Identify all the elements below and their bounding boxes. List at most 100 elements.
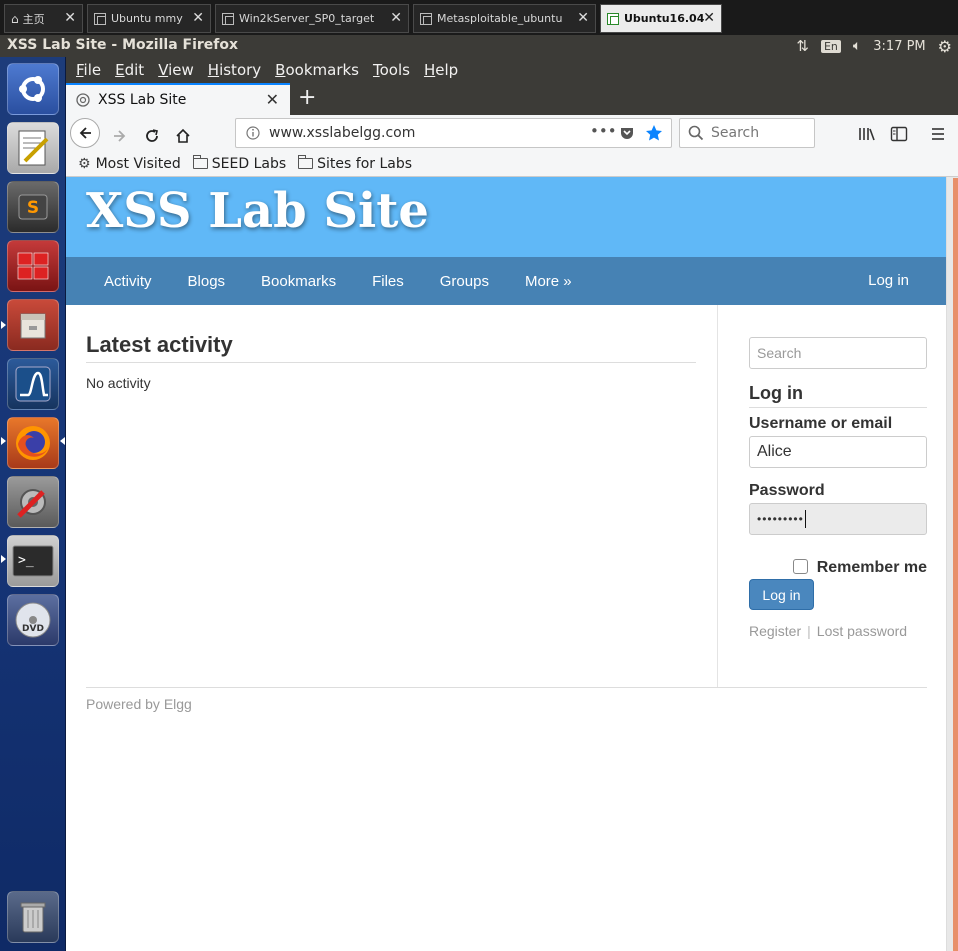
- volume-icon[interactable]: 🔈︎: [853, 38, 861, 54]
- nav-login-link[interactable]: Log in: [868, 272, 909, 289]
- tab-title: XSS Lab Site: [98, 92, 187, 108]
- search-bar[interactable]: Search: [679, 118, 815, 148]
- library-icon[interactable]: [858, 126, 876, 142]
- close-icon[interactable]: ✕: [390, 10, 402, 26]
- nav-more[interactable]: More »: [525, 273, 572, 290]
- nav-groups[interactable]: Groups: [440, 273, 489, 290]
- tab-bar: XSS Lab Site ✕ +: [66, 83, 958, 115]
- bookmark-most-visited[interactable]: ⚙ Most Visited: [78, 156, 181, 172]
- system-settings-icon[interactable]: [7, 476, 59, 528]
- vm-tab-metasploitable[interactable]: Metasploitable_ubuntu ✕: [413, 4, 596, 33]
- new-tab-button[interactable]: +: [298, 85, 316, 110]
- search-icon: [688, 125, 704, 141]
- password-label: Password: [749, 482, 825, 499]
- file-manager-icon[interactable]: [7, 299, 59, 351]
- vm-tab-win2kserver[interactable]: Win2kServer_SP0_target ✕: [215, 4, 409, 33]
- ubuntu-dash-icon[interactable]: [7, 63, 59, 115]
- site-title[interactable]: XSS Lab Site: [86, 183, 429, 239]
- vm-icon: [94, 12, 106, 25]
- register-link[interactable]: Register: [749, 623, 801, 639]
- dvd-icon[interactable]: DVD: [7, 594, 59, 646]
- username-label: Username or email: [749, 415, 893, 432]
- home-button[interactable]: [169, 122, 197, 150]
- nav-activity[interactable]: Activity: [104, 273, 152, 290]
- firefox-window: File Edit View History Bookmarks Tools H…: [66, 57, 958, 951]
- trash-icon[interactable]: [7, 891, 59, 943]
- sidebar-links: Register | Lost password: [749, 623, 927, 639]
- username-field[interactable]: Alice: [749, 436, 927, 468]
- vm-tab-home[interactable]: ⌂ 主页 ✕: [4, 4, 83, 33]
- wireshark-icon[interactable]: [7, 358, 59, 410]
- bookmark-sites-for-labs[interactable]: Sites for Labs: [298, 155, 412, 172]
- url-bar[interactable]: www.xsslabelgg.com •••: [235, 118, 672, 148]
- back-arrow-icon: [79, 127, 91, 139]
- gear-icon: ⚙: [78, 155, 91, 172]
- site-nav: Activity Blogs Bookmarks Files Groups Mo…: [66, 257, 946, 305]
- lost-password-link[interactable]: Lost password: [817, 623, 907, 639]
- nav-files[interactable]: Files: [372, 273, 404, 290]
- menu-view[interactable]: View: [158, 61, 194, 79]
- forward-arrow-icon: [114, 130, 126, 142]
- tab-xss-lab-site[interactable]: XSS Lab Site ✕: [66, 83, 290, 115]
- nav-blogs[interactable]: Blogs: [188, 273, 226, 290]
- clock[interactable]: 3:17 PM: [873, 39, 925, 54]
- footer-text[interactable]: Powered by Elgg: [86, 696, 192, 712]
- sublime-icon[interactable]: S: [7, 181, 59, 233]
- search-placeholder: Search: [711, 125, 760, 141]
- firefox-icon[interactable]: [7, 417, 59, 469]
- close-tab-icon[interactable]: ✕: [266, 90, 279, 109]
- footer-divider: [86, 687, 927, 688]
- reload-button[interactable]: [138, 122, 166, 150]
- close-icon[interactable]: ✕: [703, 10, 715, 26]
- close-icon[interactable]: ✕: [577, 10, 589, 26]
- vm-tab-strip: ⌂ 主页 ✕ Ubuntu mmy ✕ Win2kServer_SP0_targ…: [0, 0, 958, 35]
- menu-bar: File Edit View History Bookmarks Tools H…: [66, 57, 958, 83]
- remember-me-row: Remember me: [749, 558, 927, 577]
- terminal-grid-icon[interactable]: [7, 240, 59, 292]
- folder-icon: [298, 155, 314, 169]
- menu-bookmarks[interactable]: Bookmarks: [275, 61, 359, 79]
- remember-me-label[interactable]: Remember me: [817, 559, 927, 577]
- password-mask: •••••••••: [757, 512, 804, 526]
- home-icon: [176, 128, 190, 143]
- sidebar-toggle-icon[interactable]: [890, 126, 908, 142]
- network-icon[interactable]: ⇅: [796, 37, 809, 55]
- main-column: Latest activity No activity: [86, 332, 696, 391]
- bookmark-star-icon[interactable]: [645, 124, 663, 142]
- menu-edit[interactable]: Edit: [115, 61, 144, 79]
- menu-tools[interactable]: Tools: [373, 61, 410, 79]
- pocket-icon[interactable]: [619, 125, 635, 141]
- close-icon[interactable]: ✕: [192, 10, 204, 26]
- page-title: Latest activity: [86, 332, 696, 363]
- running-indicator: [1, 555, 6, 563]
- url-text: www.xsslabelgg.com: [269, 125, 416, 141]
- remember-me-checkbox[interactable]: [792, 558, 808, 574]
- bookmark-seed-labs[interactable]: SEED Labs: [192, 155, 286, 172]
- vm-tab-ubuntu-mmy[interactable]: Ubuntu mmy ✕: [87, 4, 211, 33]
- menu-file[interactable]: File: [76, 61, 101, 79]
- running-indicator: [1, 437, 6, 445]
- menu-help[interactable]: Help: [424, 61, 458, 79]
- text-cursor: [804, 510, 806, 528]
- text-editor-icon[interactable]: [7, 122, 59, 174]
- info-icon[interactable]: [246, 126, 260, 140]
- sidebar: Search Log in Username or email Alice Pa…: [749, 337, 927, 639]
- sidebar-search-input[interactable]: Search: [749, 337, 927, 369]
- password-field[interactable]: •••••••••: [749, 503, 927, 535]
- terminal-icon[interactable]: >_: [7, 535, 59, 587]
- folder-icon: [192, 155, 208, 169]
- keyboard-layout[interactable]: En: [820, 39, 841, 53]
- back-button[interactable]: [70, 118, 100, 148]
- forward-button[interactable]: [106, 122, 134, 150]
- close-icon[interactable]: ✕: [64, 10, 76, 26]
- gear-icon[interactable]: ⚙: [938, 37, 952, 56]
- nav-bookmarks[interactable]: Bookmarks: [261, 273, 336, 290]
- login-button[interactable]: Log in: [749, 579, 814, 610]
- bookmarks-toolbar: ⚙ Most Visited SEED Labs Sites for Labs: [66, 151, 958, 177]
- menu-history[interactable]: History: [208, 61, 261, 79]
- vm-tab-ubuntu1604[interactable]: Ubuntu16.04 ✕: [600, 4, 722, 33]
- hamburger-menu-icon[interactable]: [930, 127, 946, 141]
- vm-icon: [222, 12, 234, 25]
- svg-text:>_: >_: [18, 553, 34, 568]
- page-actions-icon[interactable]: •••: [590, 122, 617, 140]
